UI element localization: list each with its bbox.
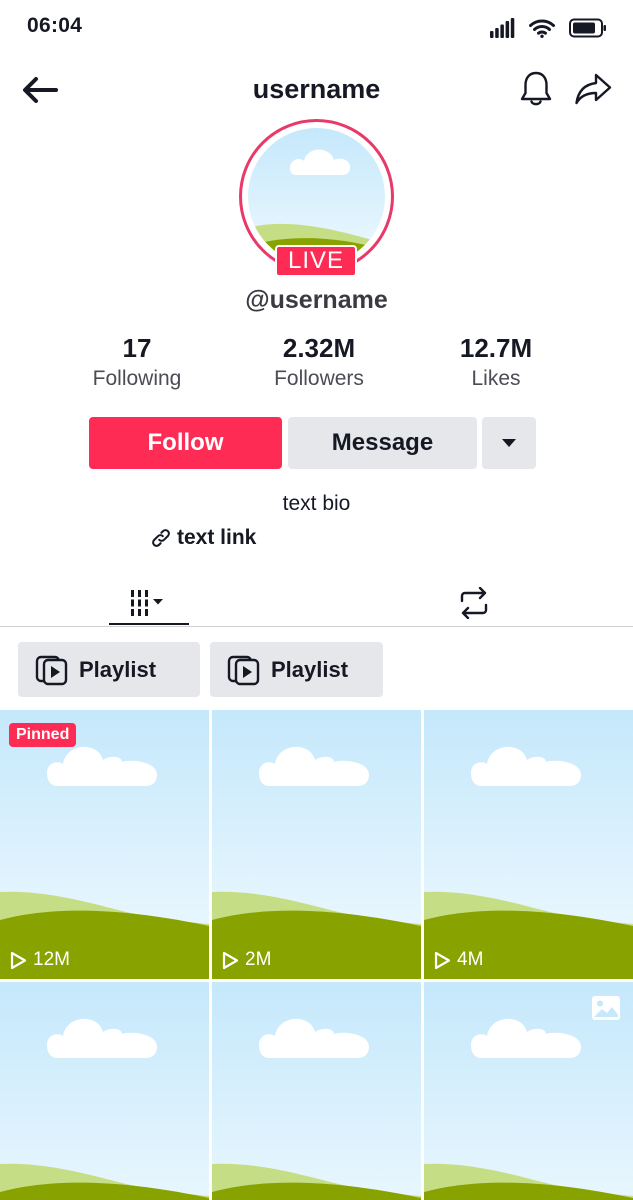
view-count: 12M <box>10 949 70 971</box>
video-thumbnail <box>0 710 209 979</box>
stat-label: Following <box>92 367 182 390</box>
battery-icon <box>569 18 606 38</box>
wifi-icon <box>529 19 555 38</box>
view-count-text: 2M <box>245 949 272 970</box>
share-icon <box>575 73 612 105</box>
video-tile[interactable]: Pinned 12M <box>0 710 209 979</box>
playlist-button[interactable]: Playlist <box>210 642 383 697</box>
message-button[interactable]: Message <box>288 417 477 469</box>
stat-value: 2.32M <box>282 333 356 363</box>
profile-bio: text bio <box>282 492 351 515</box>
playlist-button[interactable]: Playlist <box>18 642 200 697</box>
video-grid: Pinned 12M 2M 4M <box>0 710 633 1200</box>
stat-value: 12.7M <box>459 333 533 363</box>
playlist-icon <box>227 655 260 685</box>
video-thumbnail <box>212 710 421 979</box>
stat-value: 17 <box>122 333 152 363</box>
videos-grid-icon <box>131 590 163 616</box>
tab-reposts[interactable] <box>436 580 512 626</box>
stat-followers[interactable]: 2.32M Followers <box>229 333 409 391</box>
tabs-divider <box>0 626 633 627</box>
stat-label: Followers <box>274 367 364 390</box>
tab-videos[interactable] <box>109 580 189 626</box>
view-count: 2M <box>222 949 271 971</box>
photo-icon <box>592 996 620 1020</box>
stat-label: Likes <box>471 367 521 390</box>
notifications-button[interactable] <box>514 66 558 112</box>
profile-link-text: text link <box>177 526 257 549</box>
repost-icon <box>460 587 488 619</box>
video-tile[interactable]: 4M <box>424 710 633 979</box>
video-tile[interactable] <box>0 982 209 1200</box>
playlist-icon <box>35 655 68 685</box>
playlist-label: Playlist <box>271 656 349 682</box>
bell-icon <box>520 71 552 106</box>
status-time: 06:04 <box>27 14 83 37</box>
stat-following[interactable]: 17 Following <box>47 333 227 391</box>
play-icon <box>434 951 451 969</box>
share-button[interactable] <box>568 66 618 112</box>
profile-link[interactable]: text link <box>150 526 256 550</box>
video-thumbnail <box>0 982 209 1200</box>
live-badge[interactable]: LIVE <box>275 245 357 277</box>
playlist-label: Playlist <box>79 656 157 682</box>
play-icon <box>222 951 239 969</box>
signal-icon <box>490 18 515 38</box>
video-thumbnail <box>424 710 633 979</box>
follow-button[interactable]: Follow <box>89 417 282 469</box>
profile-handle: @username <box>245 286 388 314</box>
video-tile[interactable]: 2M <box>212 710 421 979</box>
pinned-badge: Pinned <box>9 723 77 747</box>
play-icon <box>10 951 27 969</box>
view-count-text: 12M <box>33 949 70 970</box>
view-count: 4M <box>434 949 483 971</box>
status-icons <box>490 15 607 41</box>
video-thumbnail <box>212 982 421 1200</box>
link-icon <box>152 529 170 547</box>
tab-active-indicator <box>109 623 189 625</box>
stat-likes[interactable]: 12.7M Likes <box>406 333 586 391</box>
view-count-text: 4M <box>457 949 484 970</box>
caret-down-icon <box>502 439 516 447</box>
more-options-button[interactable] <box>482 417 536 469</box>
photo-tile[interactable] <box>424 982 633 1200</box>
video-tile[interactable] <box>212 982 421 1200</box>
